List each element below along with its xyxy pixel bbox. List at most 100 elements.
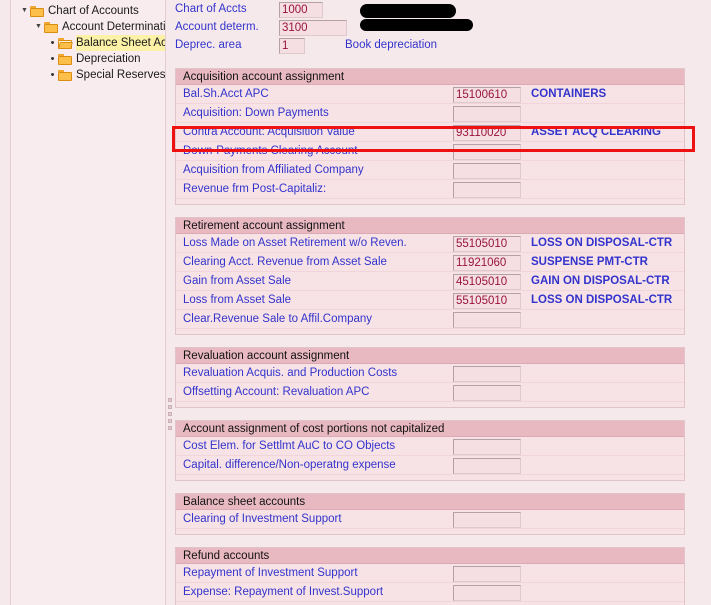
field-row: Clearing Acct. Revenue from Asset Sale 11… xyxy=(176,253,684,272)
chart-of-accts-input[interactable]: 1000 xyxy=(279,1,323,18)
field-label: Loss Made on Asset Retirement w/o Reven. xyxy=(183,237,407,249)
account-number-input[interactable] xyxy=(453,144,521,160)
section-title: Retirement account assignment xyxy=(176,218,684,234)
field-label: Bal.Sh.Acct APC xyxy=(183,88,269,100)
tree-item-label: Balance Sheet Acc xyxy=(76,35,165,51)
account-number-input[interactable] xyxy=(453,385,521,401)
tree-item-depreciation[interactable]: • Depreciation xyxy=(11,51,165,67)
deprec-area-label: Deprec. area xyxy=(175,39,242,51)
account-number-input[interactable]: 55105010 xyxy=(453,293,521,309)
panel-splitter[interactable] xyxy=(166,0,175,605)
account-description: LOSS ON DISPOSAL-CTR xyxy=(531,237,673,249)
account-number-input[interactable]: 55105010 xyxy=(453,236,521,252)
field-row: Acquisition from Affiliated Company xyxy=(176,161,684,180)
header-field-group: Chart of Accts 1000 Account determ. 3100… xyxy=(175,0,711,60)
grip-dot xyxy=(168,405,172,409)
account-number-input[interactable] xyxy=(453,458,521,474)
account-number-input[interactable] xyxy=(453,312,521,328)
chevron-down-icon[interactable]: ▼ xyxy=(19,3,30,19)
account-number-input[interactable] xyxy=(453,163,521,179)
account-determ-input[interactable]: 3100 xyxy=(279,19,347,36)
section-acquisition-account-assignment: Acquisition account assignment Bal.Sh.Acc… xyxy=(175,68,685,205)
field-row: Contra Account: Acquisition Value 9311002… xyxy=(176,123,684,142)
deprec-area-row: Deprec. area 1 Book depreciation xyxy=(175,37,437,54)
section-refund-accounts: Refund accounts Repayment of Investment S… xyxy=(175,547,685,605)
chart-of-accts-row: Chart of Accts 1000 xyxy=(175,1,323,18)
bullet-icon: • xyxy=(50,53,55,65)
section-balance-sheet-accounts: Balance sheet accounts Clearing of Invest… xyxy=(175,493,685,535)
section-bottom-padding xyxy=(176,529,684,534)
section-bottom-padding xyxy=(176,329,684,334)
bullet-icon: • xyxy=(50,37,55,49)
field-row: Offsetting Account: Revaluation APC xyxy=(176,383,684,402)
field-row: Cost Elem. for Settlmt AuC to CO Objects xyxy=(176,437,684,456)
field-label: Acquisition: Down Payments xyxy=(183,107,329,119)
redaction-bar-1 xyxy=(360,4,456,18)
deprec-area-input[interactable]: 1 xyxy=(279,37,305,54)
field-row: Loss Made on Asset Retirement w/o Reven.… xyxy=(176,234,684,253)
redaction-bar-2 xyxy=(360,19,473,31)
account-description: LOSS ON DISPOSAL-CTR xyxy=(531,294,673,306)
tree-item-chart-of-accounts[interactable]: ▼ Chart of Accounts xyxy=(11,3,165,19)
account-number-input[interactable]: 11921060 xyxy=(453,255,521,271)
section-title: Acquisition account assignment xyxy=(176,69,684,85)
account-number-input[interactable]: 45105010 xyxy=(453,274,521,290)
account-description: CONTAINERS xyxy=(531,88,607,100)
grip-dot xyxy=(168,426,172,430)
field-row: Clearing of Investment Support xyxy=(176,510,684,529)
field-label: Loss from Asset Sale xyxy=(183,294,292,306)
detail-content-area: Chart of Accts 1000 Account determ. 3100… xyxy=(175,0,711,605)
tree-item-balance-sheet-acc[interactable]: • Balance Sheet Acc xyxy=(11,35,165,51)
account-determination-tree[interactable]: ▼ Chart of Accounts ▼ Account Determinati • B… xyxy=(11,0,165,83)
account-number-input[interactable] xyxy=(453,366,521,382)
account-determ-row: Account determ. 3100 xyxy=(175,19,347,36)
field-row: Capital. difference/Non-operatng expense xyxy=(176,456,684,475)
field-label: Offsetting Account: Revaluation APC xyxy=(183,386,370,398)
tree-panel-inner: ▼ Chart of Accounts ▼ Account Determinati • B… xyxy=(10,0,166,605)
field-label: Repayment of Investment Support xyxy=(183,567,358,579)
account-number-input[interactable]: 93110020 xyxy=(453,125,521,141)
chevron-down-icon[interactable]: ▼ xyxy=(33,19,44,35)
field-row: Bal.Sh.Acct APC 15100610 CONTAINERS xyxy=(176,85,684,104)
section-bottom-padding xyxy=(176,475,684,480)
field-label: Clearing of Investment Support xyxy=(183,513,342,525)
account-number-input[interactable] xyxy=(453,585,521,601)
field-label: Expense: Repayment of Invest.Support xyxy=(183,586,384,598)
section-account-assignment-of-cost-portions-not-capitalized: Account assignment of cost portions not … xyxy=(175,420,685,481)
deprec-area-description: Book depreciation xyxy=(345,39,438,51)
account-number-input[interactable]: 15100610 xyxy=(453,87,521,103)
folder-closed-icon xyxy=(44,21,58,33)
field-row: Revenue frm Post-Capitaliz: xyxy=(176,180,684,199)
field-label: Contra Account: Acquisition Value xyxy=(183,126,355,138)
field-row: Acquisition: Down Payments xyxy=(176,104,684,123)
account-number-input[interactable] xyxy=(453,106,521,122)
field-label: Revaluation Acquis. and Production Costs xyxy=(183,367,398,379)
section-title: Refund accounts xyxy=(176,548,684,564)
grip-dot xyxy=(168,398,172,402)
field-label: Cost Elem. for Settlmt AuC to CO Objects xyxy=(183,440,396,452)
folder-closed-icon xyxy=(58,69,72,81)
grip-dot xyxy=(168,412,172,416)
account-number-input[interactable] xyxy=(453,182,521,198)
section-title: Account assignment of cost portions not … xyxy=(176,421,684,437)
tree-item-label: Chart of Accounts xyxy=(48,5,139,17)
field-row: Repayment of Investment Support xyxy=(176,564,684,583)
section-retirement-account-assignment: Retirement account assignment Loss Made o… xyxy=(175,217,685,335)
tree-item-special-reserves[interactable]: • Special Reserves xyxy=(11,67,165,83)
field-row: Clear.Revenue Sale to Affil.Company xyxy=(176,310,684,329)
tree-item-label: Account Determinati xyxy=(62,21,165,33)
field-label: Down-Payments Clearing Account xyxy=(183,145,358,157)
account-number-input[interactable] xyxy=(453,566,521,582)
folder-closed-icon xyxy=(30,5,44,17)
section-bottom-padding xyxy=(176,402,684,407)
account-determ-label: Account determ. xyxy=(175,21,259,33)
field-label: Clear.Revenue Sale to Affil.Company xyxy=(183,313,373,325)
field-label: Capital. difference/Non-operatng expense xyxy=(183,459,396,471)
tree-item-label: Depreciation xyxy=(76,53,141,65)
account-number-input[interactable] xyxy=(453,512,521,528)
chart-of-accts-label: Chart of Accts xyxy=(175,3,247,15)
account-number-input[interactable] xyxy=(453,439,521,455)
field-row: Revaluation Acquis. and Production Costs xyxy=(176,364,684,383)
tree-item-account-determinati[interactable]: ▼ Account Determinati xyxy=(11,19,165,35)
splitter-grip-handle[interactable] xyxy=(168,398,173,432)
